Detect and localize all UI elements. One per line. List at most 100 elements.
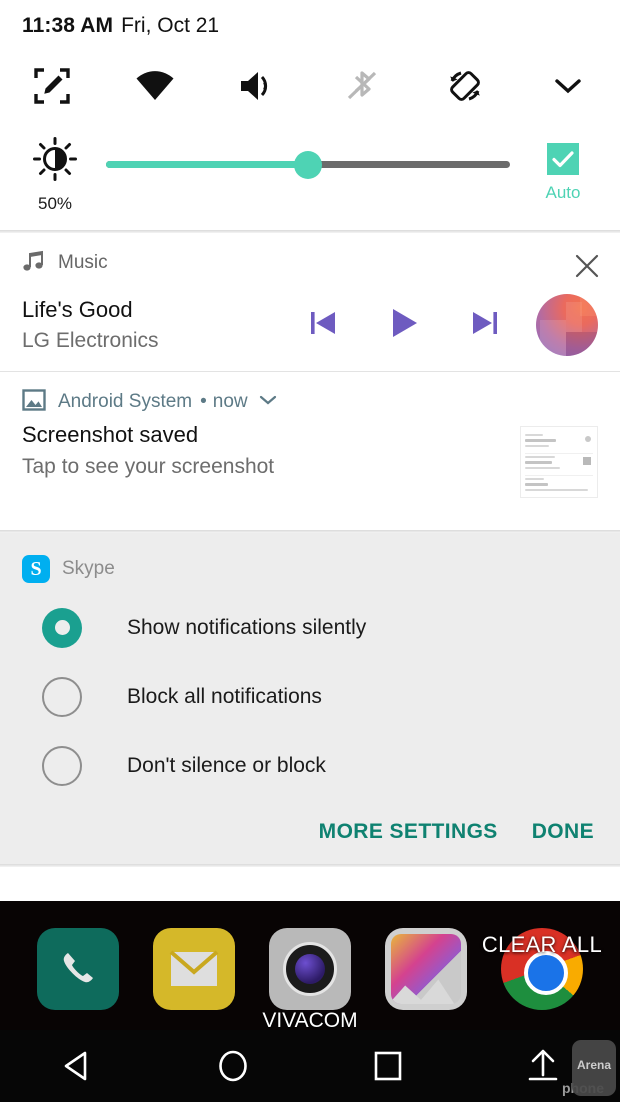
toggle-sound[interactable] xyxy=(207,52,310,120)
screenshot-time: now xyxy=(212,391,248,412)
thumb-row xyxy=(525,454,593,476)
music-track-title: Life's Good xyxy=(22,297,133,322)
play-icon xyxy=(393,308,417,337)
option-block-all[interactable]: Block all notifications xyxy=(22,662,598,731)
image-icon xyxy=(22,388,46,417)
app-icon-gallery[interactable] xyxy=(385,928,467,1010)
music-text: Life's Good LG Electronics xyxy=(22,297,306,353)
music-note-icon xyxy=(22,249,46,278)
skype-header: S Skype xyxy=(22,533,598,593)
shade-bottom-edge xyxy=(0,864,620,867)
music-artist: LG Electronics xyxy=(22,329,159,352)
option-label: Block all notifications xyxy=(127,684,322,708)
option-dont-silence[interactable]: Don't silence or block xyxy=(22,731,598,800)
brightness-percent: 50% xyxy=(37,194,73,213)
thumb-row xyxy=(525,476,593,497)
radio-unselected[interactable] xyxy=(42,745,82,786)
screenshot-separator: • xyxy=(200,391,207,412)
home-circle-icon xyxy=(218,1050,247,1082)
quick-settings-row xyxy=(0,52,620,120)
status-bar: 11:38 AM Fri, Oct 21 xyxy=(0,0,620,52)
notification-music[interactable]: Music Life's Good LG Electronics xyxy=(0,233,620,371)
home-screen-behind: VIVACOM CLEAR ALL Arena xyxy=(0,901,620,1102)
nav-back-button[interactable] xyxy=(0,1046,155,1086)
phonearena-watermark: phone Arena xyxy=(562,1040,616,1096)
music-app-label: Music xyxy=(58,252,108,273)
volume-icon xyxy=(238,68,278,104)
option-show-silently[interactable]: Show notifications silently xyxy=(22,593,598,662)
app-icon-camera[interactable] xyxy=(269,928,351,1010)
screenshot-title: Screenshot saved xyxy=(22,422,199,447)
screenshot-app-label: Android System xyxy=(58,391,193,412)
brightness-row: 50% Auto xyxy=(0,120,620,230)
toggle-bluetooth[interactable] xyxy=(310,52,413,120)
brightness-slider[interactable] xyxy=(106,144,510,184)
skype-app-name: Skype xyxy=(62,558,115,579)
play-button[interactable] xyxy=(386,305,422,346)
screenshot-subtitle: Tap to see your screenshot xyxy=(22,455,275,478)
status-date: Fri, Oct 21 xyxy=(121,14,220,37)
radio-selected[interactable] xyxy=(42,607,82,648)
option-label: Show notifications silently xyxy=(127,615,367,639)
app-icon-email[interactable] xyxy=(153,928,235,1010)
media-controls xyxy=(306,305,502,346)
music-body: Life's Good LG Electronics xyxy=(22,279,598,371)
skip-next-icon xyxy=(473,311,497,334)
brightness-icon xyxy=(32,136,78,187)
thumb-row xyxy=(525,432,593,454)
expand-notification-chevron-down-icon[interactable] xyxy=(258,393,278,412)
radio-unselected[interactable] xyxy=(42,676,82,717)
screenshot-body: Screenshot saved Tap to see your screens… xyxy=(22,418,598,530)
next-track-button[interactable] xyxy=(468,306,502,345)
email-icon xyxy=(169,950,219,986)
app-icon-phone[interactable] xyxy=(37,928,119,1010)
upload-arrow-icon xyxy=(528,1049,557,1081)
toggle-wifi[interactable] xyxy=(103,52,206,120)
nav-home-button[interactable] xyxy=(155,1046,310,1086)
capture-plus-icon xyxy=(32,66,72,106)
wifi-icon xyxy=(135,69,175,103)
screenshot-text: Screenshot saved Tap to see your screens… xyxy=(22,418,520,479)
auto-brightness-toggle[interactable]: Auto xyxy=(524,143,602,203)
status-time: 11:38 AM xyxy=(22,14,114,37)
album-art xyxy=(536,294,598,356)
notification-shade: 11:38 AM Fri, Oct 21 50% Auto Music Life… xyxy=(0,0,620,901)
recents-square-icon xyxy=(374,1051,401,1081)
watermark-text-b: Arena xyxy=(576,1058,612,1072)
auto-rotate-icon xyxy=(444,65,486,107)
screenshot-header: Android System • now xyxy=(22,372,598,418)
toggle-auto-rotate[interactable] xyxy=(413,52,516,120)
option-label: Don't silence or block xyxy=(127,753,326,777)
toggle-capture-plus[interactable] xyxy=(0,52,103,120)
check-icon xyxy=(552,151,574,168)
close-icon xyxy=(575,254,599,278)
dismiss-music-button[interactable] xyxy=(570,249,604,283)
screenshot-thumbnail[interactable] xyxy=(520,426,598,498)
back-triangle-icon xyxy=(64,1051,86,1081)
skip-previous-icon xyxy=(311,311,335,334)
more-settings-button[interactable]: MORE SETTINGS xyxy=(319,820,498,844)
clear-all-button[interactable]: CLEAR ALL xyxy=(482,932,602,958)
watermark-badge: Arena xyxy=(572,1040,616,1096)
camera-icon xyxy=(283,942,337,996)
music-header: Music xyxy=(22,233,598,279)
previous-track-button[interactable] xyxy=(306,306,340,345)
nav-recents-button[interactable] xyxy=(310,1046,465,1086)
skype-notification-settings: S Skype Show notifications silently Bloc… xyxy=(0,533,620,864)
skype-icon: S xyxy=(22,555,50,583)
navigation-bar xyxy=(0,1030,620,1102)
chevron-down-icon xyxy=(553,76,583,96)
gallery-icon xyxy=(391,934,461,1004)
phone-screen: 11:38 AM Fri, Oct 21 50% Auto Music Life… xyxy=(0,0,620,1102)
expand-quick-settings-button[interactable] xyxy=(517,52,620,120)
bluetooth-off-icon xyxy=(342,66,382,106)
phone-icon xyxy=(63,953,93,983)
slider-fill xyxy=(106,161,308,168)
done-button[interactable]: DONE xyxy=(532,820,594,844)
auto-label: Auto xyxy=(545,183,581,202)
notification-screenshot[interactable]: Android System • now Screenshot saved Ta… xyxy=(0,372,620,530)
slider-thumb[interactable] xyxy=(294,151,322,179)
panel-actions: MORE SETTINGS DONE xyxy=(22,800,598,864)
brightness-control[interactable]: 50% xyxy=(18,136,92,214)
auto-checkbox[interactable] xyxy=(547,143,579,175)
